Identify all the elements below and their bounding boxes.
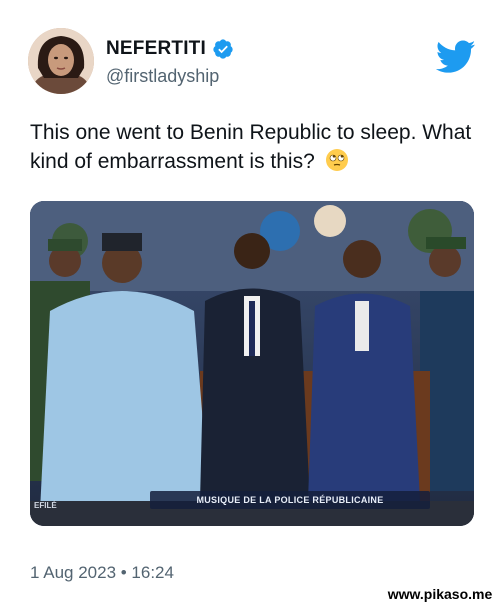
tweet-media-photo[interactable]: MUSIQUE DE LA POLICE RÉPUBLICAINE EFILÉ xyxy=(30,201,474,526)
author-handle[interactable]: @firstladyship xyxy=(106,66,219,87)
author-name-row: NEFERTITI xyxy=(106,38,234,60)
ceremony-photo xyxy=(30,201,474,526)
tweet-text: This one went to Benin Republic to sleep… xyxy=(30,118,480,176)
author-display-name[interactable]: NEFERTITI xyxy=(106,38,206,60)
tweet-body: This one went to Benin Republic to sleep… xyxy=(30,121,472,173)
author-avatar[interactable] xyxy=(28,28,94,94)
twitter-bird-icon[interactable] xyxy=(436,40,476,74)
rolling-eyes-emoji-icon xyxy=(325,149,348,171)
verified-badge-icon xyxy=(213,39,233,59)
media-side-label: EFILÉ xyxy=(34,501,57,510)
watermark: www.pikaso.me xyxy=(376,580,504,608)
tweet-timestamp[interactable]: 1 Aug 2023 • 16:24 xyxy=(30,563,174,583)
media-caption: MUSIQUE DE LA POLICE RÉPUBLICAINE xyxy=(150,491,430,509)
